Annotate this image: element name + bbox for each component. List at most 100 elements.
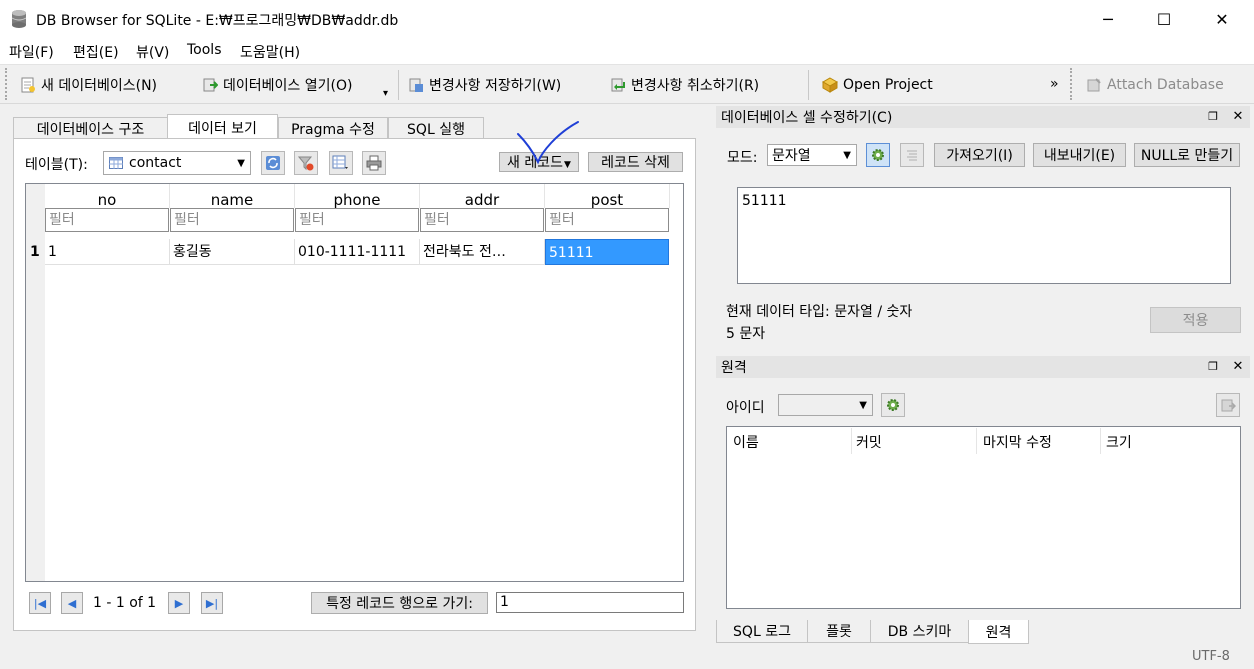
remote-column-size[interactable]: 크기 <box>1106 432 1132 452</box>
close-pane-icon[interactable]: ✕ <box>1230 109 1246 124</box>
export-button[interactable]: 내보내기(E) <box>1033 143 1126 167</box>
column-header-addr[interactable]: addr <box>420 184 545 209</box>
save-changes-icon <box>409 78 423 92</box>
next-page-button[interactable]: ▶ <box>168 592 190 614</box>
remote-file-list[interactable] <box>726 426 1241 609</box>
printer-icon <box>366 155 382 171</box>
mode-select[interactable]: 문자열 ▼ <box>767 144 857 166</box>
menu-help[interactable]: 도움말(H) <box>240 42 300 62</box>
close-button[interactable]: ✕ <box>1194 0 1250 38</box>
push-database-button[interactable] <box>1216 393 1240 417</box>
revert-changes-button[interactable]: 변경사항 취소하기(R) <box>610 73 759 97</box>
menu-view[interactable]: 뷰(V) <box>136 42 169 62</box>
table-label: 테이블(T): <box>25 157 88 173</box>
open-project-label: Open Project <box>843 77 933 93</box>
filter-input-name[interactable]: 필터 <box>170 208 294 232</box>
menu-edit[interactable]: 편집(E) <box>73 42 119 62</box>
save-table-as-button[interactable] <box>329 151 353 175</box>
project-icon <box>822 77 838 93</box>
goto-record-input[interactable]: 1 <box>496 592 684 613</box>
identity-settings-button[interactable] <box>881 393 905 417</box>
write-changes-label: 변경사항 저장하기(W) <box>429 78 562 94</box>
column-header-phone[interactable]: phone <box>295 184 420 209</box>
table-select[interactable]: contact ▼ <box>103 151 251 175</box>
column-header-no[interactable]: no <box>45 184 170 209</box>
refresh-button[interactable] <box>261 151 285 175</box>
column-divider <box>976 428 977 454</box>
remote-column-name[interactable]: 이름 <box>733 432 759 452</box>
open-project-button[interactable]: Open Project <box>822 73 933 97</box>
column-divider <box>1100 428 1101 454</box>
menu-file[interactable]: 파일(F) <box>9 42 54 62</box>
remote-pane-title: 원격 <box>721 360 747 376</box>
tab-db-schema[interactable]: DB 스키마 <box>870 620 969 643</box>
float-pane-icon[interactable]: ❐ <box>1205 360 1221 373</box>
tab-execute-sql[interactable]: SQL 실행 <box>388 117 484 139</box>
toolbar-separator <box>808 70 809 100</box>
save-table-icon <box>332 155 348 169</box>
filter-input-post[interactable]: 필터 <box>545 208 669 232</box>
filter-input-no[interactable]: 필터 <box>45 208 169 232</box>
set-null-button[interactable]: NULL로 만들기 <box>1134 143 1240 167</box>
identity-select[interactable]: ▼ <box>778 394 873 416</box>
revert-changes-label: 변경사항 취소하기(R) <box>631 78 760 94</box>
mode-label: 모드: <box>727 150 758 166</box>
toolbar-grip[interactable] <box>1070 68 1074 100</box>
minimize-button[interactable]: ─ <box>1080 0 1136 38</box>
tab-database-structure[interactable]: 데이터베이스 구조 <box>13 117 168 139</box>
maximize-button[interactable]: ☐ <box>1136 0 1192 38</box>
auto-format-button[interactable] <box>900 143 924 167</box>
database-app-icon <box>11 10 27 28</box>
gear-icon <box>887 399 899 411</box>
column-header-name[interactable]: name <box>170 184 295 209</box>
toolbar-overflow-button[interactable]: » <box>1050 76 1059 92</box>
toolbar-grip[interactable] <box>5 68 9 100</box>
mode-select-value: 문자열 <box>772 148 811 164</box>
open-database-button[interactable]: 데이터베이스 열기(O) <box>202 73 352 97</box>
tab-plot[interactable]: 플롯 <box>807 620 871 643</box>
format-lines-icon <box>907 150 917 161</box>
column-divider <box>851 428 852 454</box>
pagination-label: 1 - 1 of 1 <box>93 595 157 611</box>
last-page-button[interactable]: ▶| <box>201 592 223 614</box>
row-number[interactable]: 1 <box>30 244 40 260</box>
import-button[interactable]: 가져오기(I) <box>934 143 1025 167</box>
gear-icon <box>872 149 884 161</box>
delete-record-button[interactable]: 레코드 삭제 <box>588 152 683 172</box>
filter-input-phone[interactable]: 필터 <box>295 208 419 232</box>
write-changes-button[interactable]: 변경사항 저장하기(W) <box>408 73 561 97</box>
clear-filters-button[interactable] <box>294 151 318 175</box>
table-cell[interactable]: 1 <box>45 239 170 265</box>
first-page-button[interactable]: |◀ <box>29 592 51 614</box>
open-database-dropdown-icon[interactable]: ▾ <box>383 88 388 99</box>
menu-tools[interactable]: Tools <box>187 42 222 58</box>
table-cell-selected[interactable]: 51111 <box>545 239 669 265</box>
auto-switch-mode-button[interactable] <box>866 143 890 167</box>
filter-input-addr[interactable]: 필터 <box>420 208 544 232</box>
table-cell[interactable]: 전라북도 전… <box>420 239 545 265</box>
tab-edit-pragmas[interactable]: Pragma 수정 <box>278 117 388 139</box>
remote-column-last-modified[interactable]: 마지막 수정 <box>983 432 1052 452</box>
cell-editor-textarea[interactable]: 51111 <box>737 187 1231 284</box>
apply-button[interactable]: 적용 <box>1150 307 1241 333</box>
tab-sql-log[interactable]: SQL 로그 <box>716 620 808 643</box>
column-header-post[interactable]: post <box>545 184 670 209</box>
table-cell[interactable]: 010-1111-1111 <box>295 239 420 265</box>
encoding-status: UTF-8 <box>1192 649 1230 664</box>
float-pane-icon[interactable]: ❐ <box>1205 110 1221 123</box>
clear-filter-icon <box>298 156 314 171</box>
table-cell[interactable]: 홍길동 <box>170 239 295 265</box>
print-button[interactable] <box>362 151 386 175</box>
handwritten-checkmark-annotation <box>517 121 579 165</box>
previous-page-button[interactable]: ◀ <box>61 592 83 614</box>
tab-browse-data[interactable]: 데이터 보기 <box>167 114 278 140</box>
new-database-button[interactable]: 새 데이터베이스(N) <box>20 73 157 97</box>
identity-label: 아이디 <box>726 400 765 416</box>
remote-column-commit[interactable]: 커밋 <box>856 432 882 452</box>
attach-database-button[interactable]: Attach Database <box>1086 73 1224 97</box>
tab-remote[interactable]: 원격 <box>968 620 1029 644</box>
attach-database-icon <box>1087 78 1101 92</box>
close-pane-icon[interactable]: ✕ <box>1230 359 1246 374</box>
goto-record-button[interactable]: 특정 레코드 행으로 가기: <box>311 592 488 614</box>
revert-changes-icon <box>611 78 625 92</box>
